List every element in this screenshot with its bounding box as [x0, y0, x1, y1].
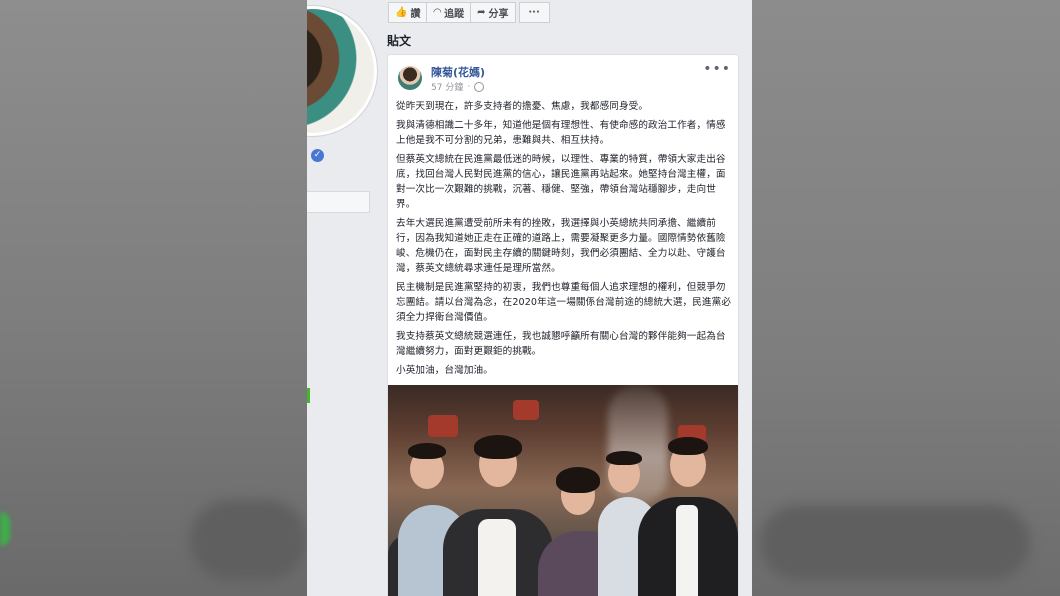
photo-detail	[478, 519, 516, 596]
post-paragraph: 民主機制是民進黨堅持的初衷，我們也尊重每個人追求理想的權利，但競爭勿忘團結。請以…	[396, 282, 732, 323]
globe-icon	[474, 81, 485, 92]
post-paragraph: 我支持蔡英文總統競選連任，我也誠懇呼籲所有關心台灣的夥伴能夠一起為台灣繼續努力，…	[396, 331, 726, 357]
post-text: 從昨天到現在，許多支持者的擔憂、焦慮，我都感同身受。 我與清德相識二十多年，知道…	[396, 99, 732, 382]
photo-detail	[676, 505, 698, 596]
post-paragraph: 我與清德相識二十多年，知道他是個有理想性、有使命感的政治工作者，情感上他是我不可…	[396, 120, 726, 146]
profile-column: ✓	[307, 0, 377, 596]
photo-detail	[408, 443, 446, 459]
photo-detail	[556, 467, 600, 493]
author-name[interactable]: 陳菊(花媽)	[431, 64, 485, 80]
thumbs-up-icon: 👍	[395, 7, 408, 18]
blurred-green-accent	[0, 512, 10, 546]
follow-label: 追蹤	[444, 9, 465, 20]
like-button[interactable]: 👍 讚	[388, 2, 428, 23]
profile-avatar[interactable]	[307, 6, 377, 136]
follow-button[interactable]: ◠ 追蹤	[427, 2, 472, 23]
post-paragraph: 小英加油，台灣加油。	[396, 365, 493, 376]
sidebar-input[interactable]	[307, 191, 370, 213]
share-arrow-icon: ➦	[477, 7, 486, 18]
facebook-page: ✓ 👍 讚 ◠ 追蹤 ➦ 分享 ··· 貼文 陳菊(花媽) 57 分鐘 · ••…	[307, 0, 752, 596]
photo-detail	[474, 435, 522, 459]
more-options-button[interactable]: ···	[518, 2, 550, 23]
post-timestamp[interactable]: 57 分鐘	[431, 80, 463, 93]
photo-detail	[668, 437, 708, 455]
post-paragraph: 但蔡英文總統在民進黨最低迷的時候，以理性、專業的特質，帶領大家走出谷底，找回台灣…	[396, 154, 726, 210]
post-paragraph: 從昨天到現在，許多支持者的擔憂、焦慮，我都感同身受。	[396, 101, 649, 112]
profile-photo	[307, 9, 374, 133]
share-button[interactable]: ➦ 分享	[471, 2, 516, 23]
verified-check-icon: ✓	[311, 149, 324, 162]
post-paragraph: 去年大選民進黨遭受前所未有的挫敗，我選擇與小英總統共同承擔、繼續前行，因為我知道…	[396, 218, 726, 274]
author-avatar[interactable]	[398, 66, 422, 90]
photo-detail	[606, 451, 642, 465]
rss-icon: ◠	[433, 7, 442, 18]
photo-detail	[428, 415, 458, 437]
share-label: 分享	[488, 9, 509, 20]
post-card: 陳菊(花媽) 57 分鐘 · ••• 從昨天到現在，許多支持者的擔憂、焦慮，我都…	[387, 54, 739, 596]
post-meta: 57 分鐘 ·	[431, 80, 485, 93]
more-label: ···	[528, 7, 540, 18]
page-action-toolbar: 👍 讚 ◠ 追蹤 ➦ 分享 ···	[388, 2, 550, 23]
sidebar-active-indicator	[307, 388, 310, 403]
photo-detail	[513, 400, 539, 420]
blurred-shape	[190, 500, 307, 580]
like-label: 讚	[410, 9, 421, 20]
section-title: 貼文	[387, 34, 412, 48]
post-options-button[interactable]: •••	[703, 61, 731, 77]
post-photo[interactable]	[388, 385, 738, 596]
blurred-shape	[760, 505, 1030, 580]
